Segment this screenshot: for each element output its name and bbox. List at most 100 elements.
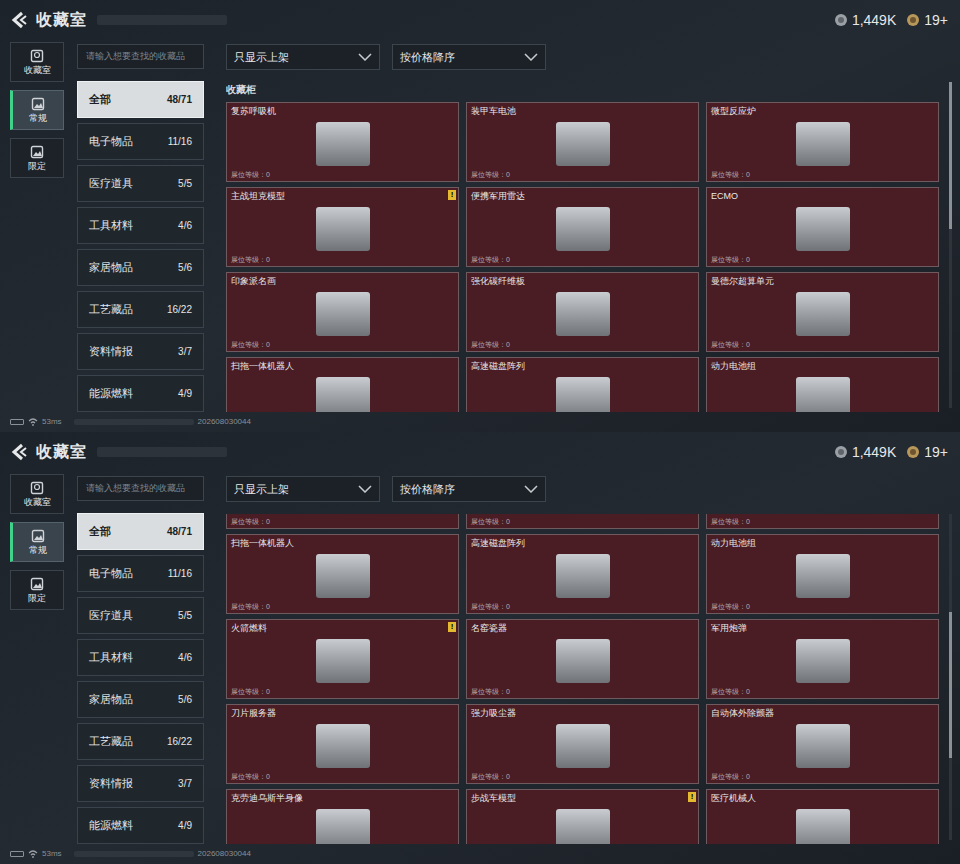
collection-card[interactable]: 曼德尔超算单元展位等级：0 <box>706 272 939 352</box>
back-arrow-icon[interactable] <box>10 11 30 29</box>
card-grid: 扫拖一体机器人展位等级：0高速磁盘阵列展位等级：0动力电池组展位等级：0火箭燃料… <box>226 534 939 844</box>
item-image <box>796 554 850 598</box>
item-image <box>556 724 610 768</box>
scrollbar[interactable] <box>949 82 952 408</box>
collection-card[interactable]: 强化碳纤维板展位等级：0 <box>466 272 699 352</box>
card-title: 扫拖一体机器人 <box>227 358 458 372</box>
collection-card[interactable]: 扫拖一体机器人 <box>226 357 459 412</box>
collection-card[interactable]: 展位等级：0 <box>226 514 459 529</box>
collection-card[interactable]: 主战坦克模型展位等级：0! <box>226 187 459 267</box>
card-grid: 复苏呼吸机展位等级：0装甲车电池展位等级：0微型反应炉展位等级：0 主战坦克模型展… <box>226 102 939 412</box>
nav-tab[interactable]: 收藏室 <box>10 474 64 514</box>
card-level: 展位等级：0 <box>227 255 458 266</box>
filter-dropdown[interactable]: 只显示上架 <box>226 44 380 70</box>
card-level: 展位等级：0 <box>467 687 698 698</box>
collection-card[interactable]: 动力电池组 <box>706 357 939 412</box>
alert-badge: ! <box>688 792 696 802</box>
app: 收藏室1,449K19+收藏室常规限定请输入想要查找的收藏品全部48/71电子物… <box>0 0 960 864</box>
item-image <box>796 724 850 768</box>
nav-tab[interactable]: 收藏室 <box>10 42 64 82</box>
nav-tab[interactable]: 限定 <box>10 570 64 610</box>
category-item[interactable]: 全部48/71 <box>77 81 204 118</box>
filter-dropdown[interactable]: 只显示上架 <box>226 476 380 502</box>
collection-card[interactable]: 刀片服务器展位等级：0 <box>226 704 459 784</box>
collection-card[interactable]: 火箭燃料展位等级：0! <box>226 619 459 699</box>
item-image <box>316 207 370 251</box>
category-item[interactable]: 医疗道具5/5 <box>77 165 204 202</box>
category-item[interactable]: 工艺藏品16/22 <box>77 291 204 328</box>
collection-icon <box>30 49 44 63</box>
card-level: 展位等级：0 <box>707 772 938 783</box>
card-title: 主战坦克模型 <box>227 188 458 202</box>
item-image <box>796 377 850 412</box>
card-title: 刀片服务器 <box>227 705 458 719</box>
card-title: 医疗机械人 <box>707 790 938 804</box>
collection-screen: 收藏室1,449K19+收藏室常规限定 请输入想要查找的收藏品全部48/71 电子物… <box>0 432 960 864</box>
collection-card[interactable]: 扫拖一体机器人展位等级：0 <box>226 534 459 614</box>
nav-tab[interactable]: 常规 <box>10 90 64 130</box>
nav-tabs: 收藏室常规限定 <box>10 42 64 412</box>
category-item[interactable]: 工具材料4/6 <box>77 639 204 676</box>
collection-card[interactable]: 步战车模型! <box>466 789 699 844</box>
card-title: 强力吸尘器 <box>467 705 698 719</box>
collection-card[interactable]: 克劳迪乌斯半身像 <box>226 789 459 844</box>
card-title: ECMO <box>707 188 938 202</box>
collection-card[interactable]: 微型反应炉展位等级：0 <box>706 102 939 182</box>
category-item[interactable]: 工艺藏品16/22 <box>77 723 204 760</box>
collection-card[interactable]: 展位等级：0 <box>706 514 939 529</box>
currency: 1,449K <box>834 10 896 31</box>
collection-card[interactable]: 名窑瓷器展位等级：0 <box>466 619 699 699</box>
card-level: 展位等级：0 <box>707 687 938 698</box>
item-image <box>316 809 370 844</box>
card-title: 动力电池组 <box>707 358 938 372</box>
collection-card[interactable]: 印象派名画展位等级：0 <box>226 272 459 352</box>
item-image <box>796 809 850 844</box>
item-image <box>796 122 850 166</box>
collection-card[interactable]: 强力吸尘器展位等级：0 <box>466 704 699 784</box>
filter-dropdown[interactable]: 按价格降序 <box>392 476 546 502</box>
card-title: 动力电池组 <box>707 535 938 549</box>
scrollbar[interactable] <box>949 514 952 840</box>
back-arrow-icon[interactable] <box>10 443 30 461</box>
collection-card[interactable]: ECMO展位等级：0 <box>706 187 939 267</box>
category-item[interactable]: 医疗道具5/5 <box>77 597 204 634</box>
category-item[interactable]: 工具材料4/6 <box>77 207 204 244</box>
collection-card[interactable]: 自动体外除颤器展位等级：0 <box>706 704 939 784</box>
category-item[interactable]: 家居物品5/6 <box>77 249 204 286</box>
search-field[interactable]: 请输入想要查找的收藏品 <box>77 476 204 501</box>
card-level: 展位等级：0 <box>227 340 458 351</box>
card-level: 展位等级：0 <box>227 602 458 613</box>
card-level: 展位等级：0 <box>227 170 458 181</box>
category-item[interactable]: 电子物品11/16 <box>77 123 204 160</box>
status-bar: 53ms202608030044 <box>0 844 960 864</box>
collection-card[interactable]: 便携军用雷达展位等级：0 <box>466 187 699 267</box>
collection-card[interactable]: 展位等级：0 <box>466 514 699 529</box>
nav-tab[interactable]: 常规 <box>10 522 64 562</box>
filter-dropdown[interactable]: 按价格降序 <box>392 44 546 70</box>
collection-card[interactable]: 动力电池组展位等级：0 <box>706 534 939 614</box>
search-field[interactable]: 请输入想要查找的收藏品 <box>77 44 204 69</box>
collection-card[interactable]: 高速磁盘阵列 <box>466 357 699 412</box>
category-item[interactable]: 电子物品11/16 <box>77 555 204 592</box>
category-item[interactable]: 资料情报3/7 <box>77 333 204 370</box>
item-image <box>556 207 610 251</box>
category-list: 全部48/71 电子物品11/16 医疗道具5/5 工具材料4/6 家居物品5/6 工艺藏… <box>77 513 204 844</box>
item-image <box>316 724 370 768</box>
category-item[interactable]: 全部48/71 <box>77 513 204 550</box>
build-id: 202608030044 <box>198 848 251 860</box>
card-title: 名窑瓷器 <box>467 620 698 634</box>
collection-card[interactable]: 复苏呼吸机展位等级：0 <box>226 102 459 182</box>
header: 收藏室1,449K19+ <box>0 432 960 472</box>
chevron-down-icon <box>358 53 372 61</box>
category-item[interactable]: 能源燃料4/9 <box>77 375 204 412</box>
collection-card[interactable]: 军用炮弹展位等级：0 <box>706 619 939 699</box>
collection-card[interactable]: 医疗机械人 <box>706 789 939 844</box>
collection-card[interactable]: 高速磁盘阵列展位等级：0 <box>466 534 699 614</box>
collection-card[interactable]: 装甲车电池展位等级：0 <box>466 102 699 182</box>
nav-tab[interactable]: 限定 <box>10 138 64 178</box>
category-item[interactable]: 能源燃料4/9 <box>77 807 204 844</box>
category-item[interactable]: 家居物品5/6 <box>77 681 204 718</box>
card-level: 展位等级：0 <box>227 687 458 698</box>
category-item[interactable]: 资料情报3/7 <box>77 765 204 802</box>
header: 收藏室1,449K19+ <box>0 0 960 40</box>
